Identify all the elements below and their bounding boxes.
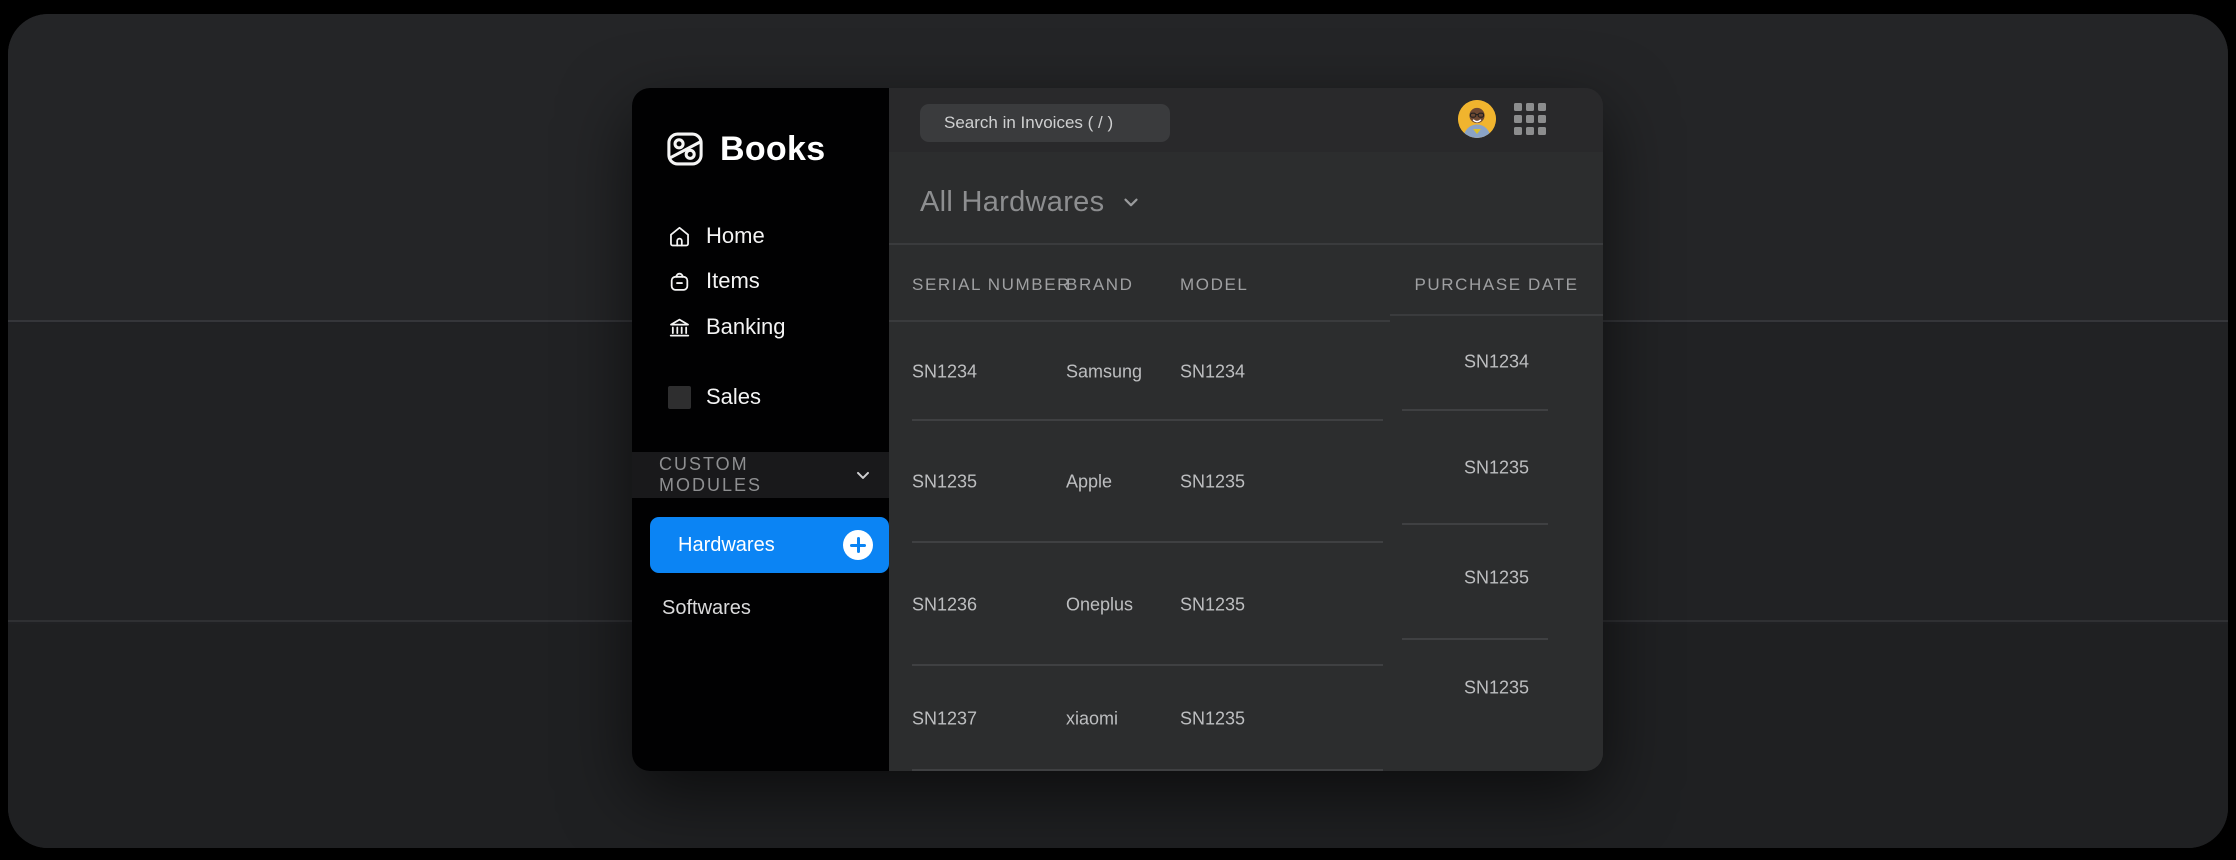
- cell-purchase-date: SN1234: [1390, 352, 1603, 373]
- sidebar-item-label: Sales: [706, 384, 761, 410]
- chevron-down-icon: [853, 465, 873, 485]
- column-header-serial-number[interactable]: SERIAL NUMBER: [912, 275, 1071, 295]
- user-avatar[interactable]: [1458, 100, 1496, 138]
- global-search[interactable]: [920, 104, 1170, 142]
- purchase-date-column-overlay: PURCHASE DATE SN1234 SN1235 SN1235 SN123…: [1390, 245, 1603, 771]
- column-header-brand[interactable]: BRAND: [1066, 275, 1134, 295]
- cell-serial: SN1234: [912, 361, 977, 382]
- cell-serial: SN1236: [912, 594, 977, 615]
- custom-modules-label: CUSTOM MODULES: [659, 454, 853, 496]
- sidebar-item-home[interactable]: Home: [632, 220, 889, 252]
- bank-icon: [666, 314, 692, 340]
- sidebar-item-sales[interactable]: Sales: [632, 381, 889, 413]
- bag-icon: [666, 268, 692, 294]
- home-icon: [666, 223, 692, 249]
- cell-serial: SN1237: [912, 708, 977, 729]
- column-header-purchase-date[interactable]: PURCHASE DATE: [1390, 275, 1603, 295]
- placeholder-square-icon: [666, 384, 692, 410]
- purchase-date-header-cell: PURCHASE DATE: [1390, 245, 1603, 316]
- hardwares-label: Hardwares: [678, 534, 775, 557]
- sidebar-item-hardwares-active[interactable]: Hardwares: [650, 517, 889, 573]
- app-logo: Books: [662, 124, 825, 174]
- view-title-dropdown[interactable]: All Hardwares: [920, 180, 1142, 224]
- cell-brand: Samsung: [1066, 361, 1142, 382]
- page-title: All Hardwares: [920, 186, 1104, 219]
- books-logo-icon: [662, 126, 708, 172]
- sidebar-item-items[interactable]: Items: [632, 265, 889, 297]
- app-title: Books: [720, 130, 825, 169]
- column-header-model[interactable]: MODEL: [1180, 275, 1248, 295]
- apps-grid-icon[interactable]: [1514, 103, 1546, 135]
- cell-model: SN1235: [1180, 472, 1245, 493]
- sidebar-item-label: Banking: [706, 314, 786, 340]
- cell-model: SN1235: [1180, 708, 1245, 729]
- table-row[interactable]: SN1237 xiaomi SN1235: [889, 666, 1390, 771]
- cell-purchase-date: SN1235: [1390, 458, 1603, 479]
- sidebar-item-softwares[interactable]: Softwares: [662, 593, 751, 623]
- cell-serial: SN1235: [912, 472, 977, 493]
- cell-purchase-date: SN1235: [1390, 678, 1603, 699]
- sidebar-item-banking[interactable]: Banking: [632, 311, 889, 343]
- cell-brand: xiaomi: [1066, 708, 1118, 729]
- main-content: All Hardwares SERIAL NUMBER BRAND MODEL …: [889, 88, 1603, 771]
- sidebar-item-label: Items: [706, 268, 760, 294]
- cell-model: SN1234: [1180, 361, 1245, 382]
- chevron-down-icon: [1120, 191, 1142, 213]
- sidebar-item-label: Home: [706, 223, 765, 249]
- cell-brand: Apple: [1066, 472, 1112, 493]
- table-row[interactable]: SN1235 Apple SN1235: [889, 421, 1390, 543]
- add-record-icon[interactable]: [843, 530, 873, 560]
- custom-modules-header[interactable]: CUSTOM MODULES: [632, 452, 889, 498]
- cell-model: SN1235: [1180, 594, 1245, 615]
- cell-purchase-date: SN1235: [1390, 568, 1603, 589]
- topbar: [889, 88, 1603, 152]
- sidebar: Books Home Items: [632, 88, 889, 771]
- table-row[interactable]: SN1236 Oneplus SN1235: [889, 543, 1390, 666]
- cell-brand: Oneplus: [1066, 594, 1133, 615]
- app-window: Books Home Items: [632, 88, 1603, 771]
- softwares-label: Softwares: [662, 597, 751, 620]
- table-row[interactable]: SN1234 Samsung SN1234: [889, 322, 1390, 421]
- search-input[interactable]: [944, 113, 1165, 133]
